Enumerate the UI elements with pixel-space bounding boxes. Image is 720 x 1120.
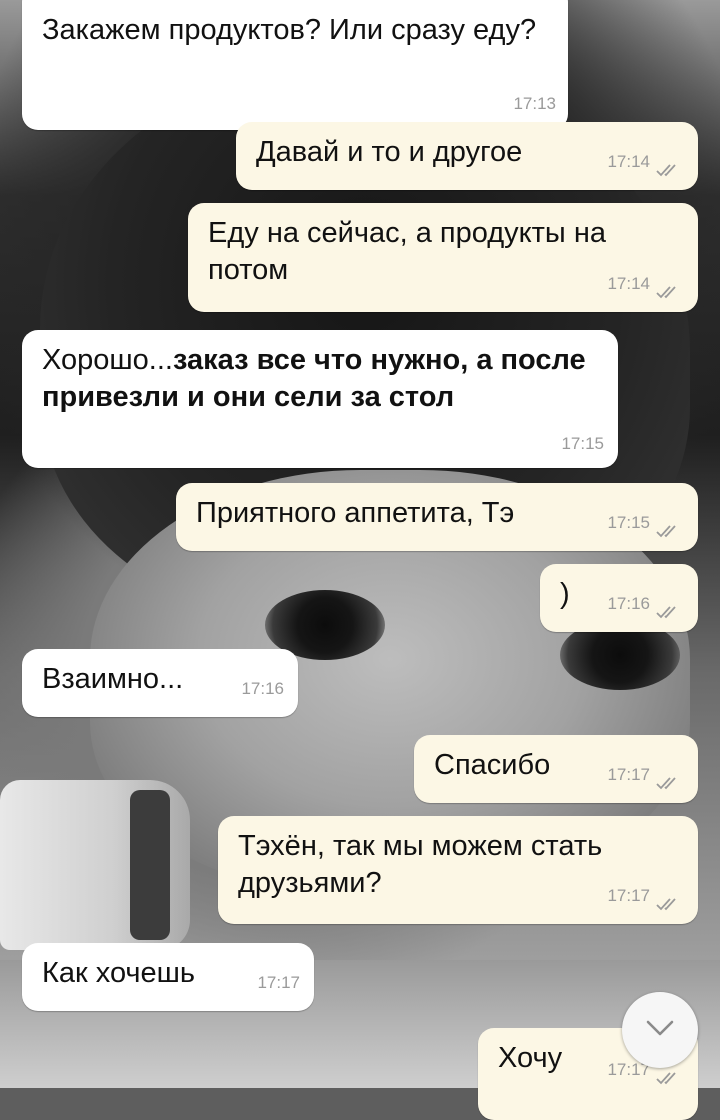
message-time: 17:17 [257,973,300,992]
double-check-icon [656,1070,684,1086]
message-text: Спасибо [434,749,551,781]
message-list[interactable]: Закажем продуктов? Или сразу еду? 17:13 … [0,0,720,1120]
message-text: Хочу [498,1042,563,1074]
double-check-icon [656,775,684,791]
message-text: ) [560,578,570,610]
message-time: 17:16 [241,679,284,698]
message-time: 17:15 [561,434,604,453]
message-text: Еду на сейчас, а продукты на потом [208,217,606,286]
double-check-icon [656,523,684,539]
message-bubble-outgoing[interactable]: Еду на сейчас, а продукты на потом 17:14 [188,203,698,312]
scroll-to-bottom-button[interactable] [622,992,698,1068]
message-time: 17:15 [607,513,650,532]
message-time: 17:14 [607,152,650,171]
message-bubble-incoming[interactable]: Хорошо...заказ все что нужно, а после пр… [22,330,618,468]
message-bubble-incoming[interactable]: Взаимно... 17:16 [22,649,298,717]
message-bubble-incoming[interactable]: Закажем продуктов? Или сразу еду? 17:13 [22,0,568,130]
message-text: Приятного аппетита, Тэ [196,497,515,529]
message-time: 17:17 [607,765,650,784]
message-bubble-outgoing[interactable]: ) 17:16 [540,564,698,632]
message-text: Тэхён, так мы можем стать друзьями? [238,830,603,899]
double-check-icon [656,604,684,620]
message-bubble-outgoing[interactable]: Приятного аппетита, Тэ 17:15 [176,483,698,551]
double-check-icon [656,162,684,178]
message-bubble-outgoing[interactable]: Тэхён, так мы можем стать друзьями? 17:1… [218,816,698,924]
message-text: Взаимно... [42,663,184,695]
message-bubble-outgoing[interactable]: Спасибо 17:17 [414,735,698,803]
message-text: Давай и то и другое [256,136,523,168]
message-time: 17:16 [607,594,650,613]
double-check-icon [656,284,684,300]
double-check-icon [656,896,684,912]
message-text: Хорошо... [42,344,173,376]
message-time: 17:13 [513,94,556,113]
message-bubble-incoming[interactable]: Как хочешь 17:17 [22,943,314,1011]
message-time: 17:14 [607,274,650,293]
message-text: Закажем продуктов? Или сразу еду? [42,14,537,46]
chevron-down-icon [645,1019,675,1042]
message-bubble-outgoing[interactable]: Давай и то и другое 17:14 [236,122,698,190]
message-time: 17:17 [607,886,650,905]
message-text: Как хочешь [42,957,196,989]
